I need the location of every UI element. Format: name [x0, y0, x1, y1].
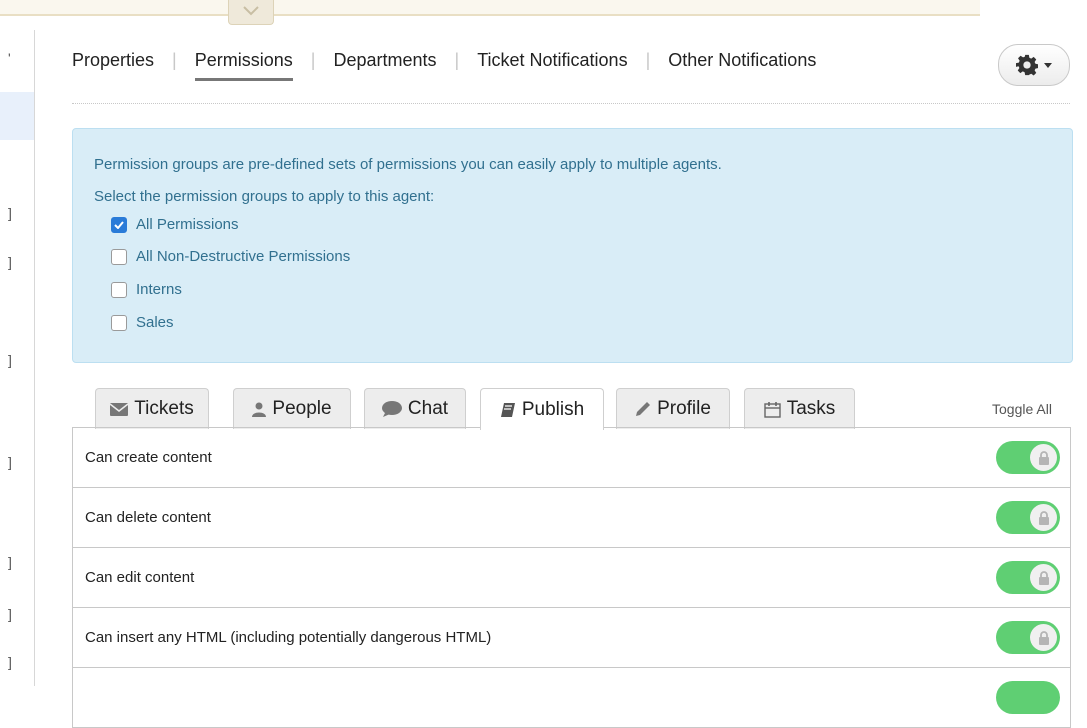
permission-label: Can create content	[85, 449, 212, 466]
tab-publish[interactable]: Publish	[480, 388, 604, 430]
permission-label: Can delete content	[85, 509, 211, 526]
left-list-mark: '	[8, 50, 11, 66]
section-tab-nav: Properties | Permissions | Departments |…	[72, 50, 816, 81]
divider	[72, 103, 1070, 104]
checkbox[interactable]	[111, 314, 127, 331]
permission-label: Can insert any HTML (including potential…	[85, 629, 492, 646]
book-icon	[500, 402, 515, 417]
left-list-pane: ' ] ] ] ] ] ] ]	[0, 30, 35, 686]
left-list-mark: ]	[8, 205, 12, 221]
info-instruction: Select the permission groups to apply to…	[94, 188, 435, 205]
tab-separator: |	[454, 50, 460, 70]
left-list-mark: ]	[8, 554, 12, 570]
permission-row: Can edit content	[72, 548, 1071, 608]
tab-tickets[interactable]: Tickets	[95, 388, 209, 429]
permission-toggle[interactable]	[996, 561, 1060, 594]
person-icon	[252, 402, 267, 417]
calendar-icon	[764, 401, 781, 418]
permissions-list: Can create content Can delete content Ca…	[72, 427, 1071, 728]
group-label: Sales	[136, 314, 174, 331]
toggle-knob	[1030, 504, 1057, 531]
permission-row: Can insert any HTML (including potential…	[72, 608, 1071, 668]
chevron-down-icon	[243, 6, 259, 16]
tab-people[interactable]: People	[233, 388, 351, 429]
permission-row	[72, 668, 1071, 728]
left-list-selected-row[interactable]	[0, 92, 34, 140]
permission-toggle[interactable]	[996, 441, 1060, 474]
group-checkbox-non-destructive[interactable]: All Non-Destructive Permissions	[111, 248, 350, 265]
settings-dropdown-button[interactable]	[998, 44, 1070, 86]
permission-label: Can edit content	[85, 569, 195, 586]
tab-separator: |	[645, 50, 651, 70]
lock-icon	[1038, 630, 1049, 645]
lock-icon	[1038, 450, 1049, 465]
tab-label: Profile	[657, 398, 711, 419]
agent-detail-panel: Properties | Permissions | Departments |…	[52, 30, 1087, 728]
tab-label: People	[272, 398, 332, 419]
tab-label: Tickets	[134, 398, 194, 419]
tab-profile[interactable]: Profile	[616, 388, 730, 429]
left-list-mark: ]	[8, 254, 12, 270]
tab-chat[interactable]: Chat	[364, 388, 466, 429]
top-banner-strip	[0, 0, 980, 16]
group-label: All Permissions	[136, 216, 239, 233]
toggle-all-link[interactable]: Toggle All	[992, 401, 1052, 417]
info-text: Permission groups are pre-defined sets o…	[94, 156, 722, 173]
checkbox[interactable]	[111, 281, 127, 298]
group-label: All Non-Destructive Permissions	[136, 248, 351, 265]
permission-toggle[interactable]	[996, 501, 1060, 534]
group-checkbox-all-permissions[interactable]: All Permissions	[111, 216, 239, 233]
tab-other-notifications[interactable]: Other Notifications	[668, 50, 816, 71]
permission-groups-info: Permission groups are pre-defined sets o…	[72, 128, 1073, 363]
envelope-icon	[110, 402, 129, 416]
toggle-knob	[1030, 564, 1057, 591]
pencil-icon	[636, 402, 651, 416]
lock-icon	[1038, 570, 1049, 585]
lock-icon	[1038, 510, 1049, 525]
chat-bubble-icon	[381, 401, 402, 417]
group-label: Interns	[136, 281, 182, 298]
tab-separator: |	[172, 50, 177, 70]
tab-label: Chat	[407, 398, 449, 419]
permission-row: Can create content	[72, 428, 1071, 488]
group-checkbox-sales[interactable]: Sales	[111, 314, 174, 331]
gear-icon	[1016, 54, 1038, 76]
tab-permissions[interactable]: Permissions	[194, 50, 293, 81]
left-list-mark: ]	[8, 606, 12, 622]
tab-departments[interactable]: Departments	[333, 50, 436, 71]
checkbox[interactable]	[111, 248, 127, 265]
left-list-mark: ]	[8, 454, 12, 470]
tab-label: Publish	[521, 398, 585, 420]
tab-properties[interactable]: Properties	[72, 50, 154, 71]
toggle-knob	[1030, 624, 1057, 651]
tab-ticket-notifications[interactable]: Ticket Notifications	[477, 50, 627, 71]
tab-tasks[interactable]: Tasks	[744, 388, 855, 429]
collapse-toggle[interactable]	[228, 0, 274, 25]
group-checkbox-interns[interactable]: Interns	[111, 281, 182, 298]
left-list-mark: ]	[8, 654, 12, 670]
permission-row: Can delete content	[72, 488, 1071, 548]
tab-label: Tasks	[786, 398, 836, 419]
checkbox[interactable]	[111, 216, 127, 233]
toggle-knob	[1030, 444, 1057, 471]
tab-separator: |	[310, 50, 316, 70]
permission-toggle[interactable]	[996, 621, 1060, 654]
caret-down-icon	[1044, 62, 1052, 68]
left-list-mark: ]	[8, 352, 12, 368]
checkmark-icon	[114, 220, 124, 229]
